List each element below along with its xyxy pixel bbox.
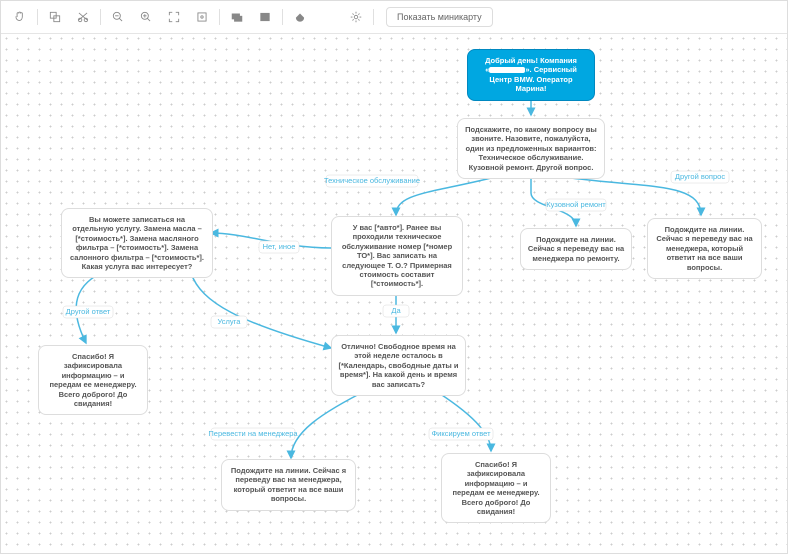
sep bbox=[37, 9, 38, 25]
center-icon[interactable] bbox=[191, 6, 213, 28]
t: Спасибо! Я зафиксировала информацию – и … bbox=[49, 352, 136, 408]
copy-icon[interactable] bbox=[44, 6, 66, 28]
zoom-out-icon[interactable] bbox=[107, 6, 129, 28]
t: Подождите на линии. Сейчас я переведу ва… bbox=[656, 225, 752, 272]
t: Добрый день! Компания bbox=[485, 56, 577, 65]
toolbar: Показать миникарту bbox=[1, 1, 787, 34]
sep bbox=[373, 9, 374, 25]
node-thanks[interactable]: Спасибо! Я зафиксировала информацию – и … bbox=[38, 345, 148, 415]
t: Вы можете записаться на отдельную услугу… bbox=[70, 215, 204, 271]
node-services[interactable]: Вы можете записаться на отдельную услугу… bbox=[61, 208, 213, 278]
node-calendar[interactable]: Отлично! Свободное время на этой неделе … bbox=[331, 335, 466, 396]
fill-icon[interactable] bbox=[289, 6, 311, 28]
t: Спасибо! Я зафиксировала информацию – и … bbox=[452, 460, 539, 516]
minimap-toggle[interactable]: Показать миникарту bbox=[386, 7, 493, 27]
t: У вас [*авто*]. Ранее вы проходили техни… bbox=[342, 223, 452, 288]
t: Подскажите, по какому вопросу вы звоните… bbox=[465, 125, 597, 172]
t: ». Сервисный bbox=[525, 65, 576, 74]
sep bbox=[219, 9, 220, 25]
sep bbox=[100, 9, 101, 25]
node-fix[interactable]: Спасибо! Я зафиксировала информацию – и … bbox=[441, 453, 551, 523]
t: Подождите на линии. Сейчас я переведу ва… bbox=[231, 466, 346, 503]
zoom-in-icon[interactable] bbox=[135, 6, 157, 28]
node-other[interactable]: Подождите на линии. Сейчас я переведу ва… bbox=[647, 218, 762, 279]
t: Подождите на линии. Сейчас я переведу ва… bbox=[528, 235, 624, 263]
node-manager[interactable]: Подождите на линии. Сейчас я переведу ва… bbox=[221, 459, 356, 511]
hand-tool[interactable] bbox=[9, 6, 31, 28]
delete-icon[interactable] bbox=[317, 6, 339, 28]
image-icon[interactable] bbox=[254, 6, 276, 28]
app: Показать миникарту Техническое обслужива… bbox=[0, 0, 788, 554]
redacted bbox=[489, 67, 525, 73]
t: Марина! bbox=[516, 84, 547, 93]
sep bbox=[282, 9, 283, 25]
settings-icon[interactable] bbox=[345, 6, 367, 28]
layer-icon[interactable] bbox=[226, 6, 248, 28]
cut-icon[interactable] bbox=[72, 6, 94, 28]
t: Центр BMW. Оператор bbox=[489, 75, 572, 84]
node-question[interactable]: Подскажите, по какому вопросу вы звоните… bbox=[457, 118, 605, 179]
t: Отлично! Свободное время на этой неделе … bbox=[339, 342, 459, 389]
fit-icon[interactable] bbox=[163, 6, 185, 28]
node-kuzov[interactable]: Подождите на линии. Сейчас я переведу ва… bbox=[520, 228, 632, 270]
canvas[interactable]: Техническое обслуживание Кузовной ремонт… bbox=[1, 33, 787, 553]
node-root[interactable]: Добрый день! Компания «». Сервисный Цент… bbox=[467, 49, 595, 101]
node-to[interactable]: У вас [*авто*]. Ранее вы проходили техни… bbox=[331, 216, 463, 296]
